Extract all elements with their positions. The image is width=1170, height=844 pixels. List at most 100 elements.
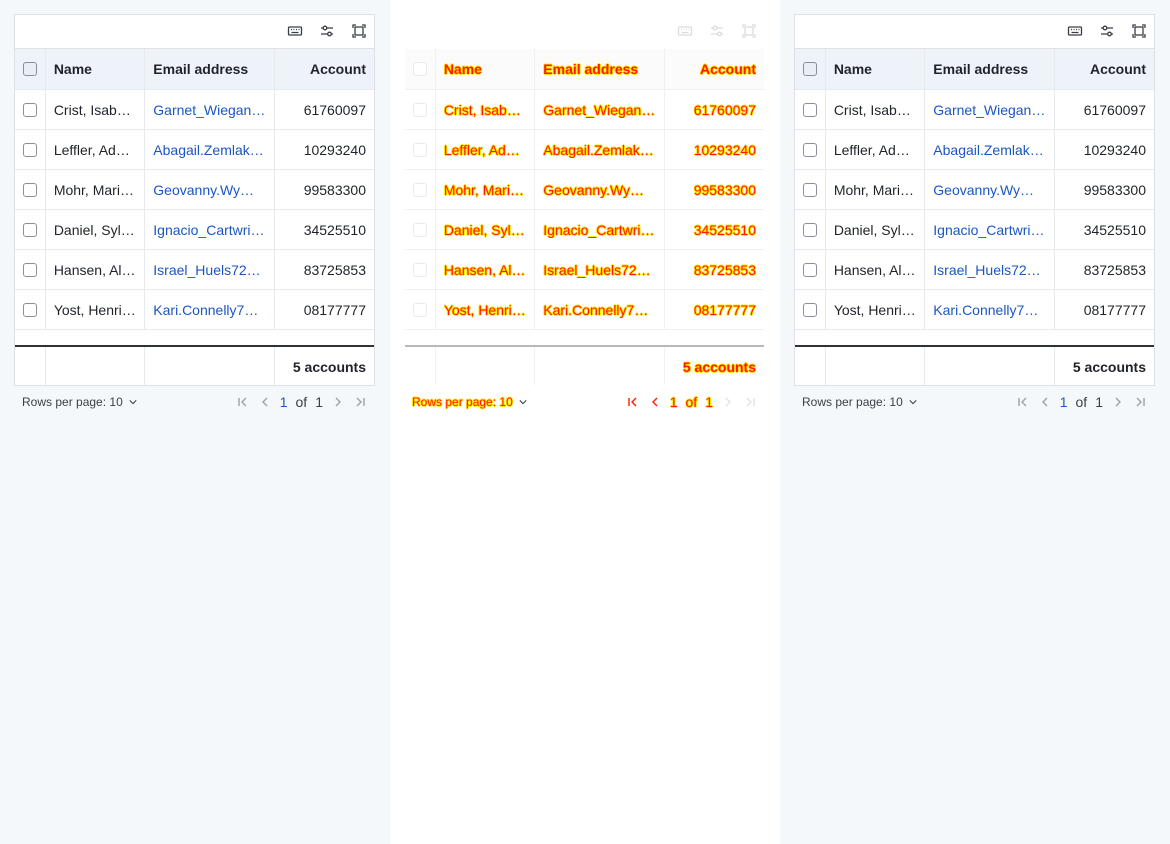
- table-row[interactable]: Mohr, Marianne Geovanny.Wyman@example.com…: [405, 170, 764, 210]
- fullscreen-button[interactable]: [737, 21, 761, 41]
- keyboard-shortcuts-button[interactable]: [673, 21, 697, 41]
- column-settings-button[interactable]: [705, 21, 729, 41]
- rows-per-page-select[interactable]: Rows per page: 10: [802, 395, 917, 409]
- column-header-name[interactable]: Name: [46, 49, 146, 89]
- table-row[interactable]: Crist, Isabella Garnet_Wiegand@example.co…: [405, 90, 764, 130]
- table-row[interactable]: Crist, Isabella Garnet_Wiegand@example.co…: [795, 90, 1154, 130]
- email-link[interactable]: Kari.Connelly7@example.com: [543, 302, 655, 318]
- email-link[interactable]: Abagail.Zemlak@example.com: [543, 142, 655, 158]
- column-header-account[interactable]: Account: [665, 49, 764, 89]
- grid-toolbar: [405, 15, 764, 49]
- row-checkbox[interactable]: [412, 182, 427, 197]
- previous-page-button[interactable]: [254, 393, 276, 411]
- email-link[interactable]: Abagail.Zemlak@example.com: [933, 142, 1045, 158]
- table-row[interactable]: Yost, Henriette Kari.Connelly7@example.co…: [795, 290, 1154, 330]
- column-header-email[interactable]: Email address: [535, 49, 665, 89]
- keyboard-shortcuts-button[interactable]: [1063, 21, 1087, 41]
- email-link[interactable]: Garnet_Wiegand@example.com: [933, 102, 1045, 118]
- last-page-button[interactable]: [1129, 393, 1151, 411]
- table-row[interactable]: Leffler, Adeline Abagail.Zemlak@example.c…: [405, 130, 764, 170]
- table-row[interactable]: Mohr, Marianne Geovanny.Wyman@example.com…: [15, 170, 374, 210]
- table-row[interactable]: Crist, Isabella Garnet_Wiegand@example.co…: [15, 90, 374, 130]
- row-checkbox[interactable]: [22, 302, 37, 317]
- keyboard-shortcuts-button[interactable]: [283, 21, 307, 41]
- email-link[interactable]: Garnet_Wiegand@example.com: [543, 102, 655, 118]
- email-link[interactable]: Ignacio_Cartwright@example.com: [933, 222, 1045, 238]
- table-row[interactable]: Leffler, Adeline Abagail.Zemlak@example.c…: [15, 130, 374, 170]
- row-checkbox[interactable]: [22, 102, 37, 117]
- row-checkbox[interactable]: [802, 102, 817, 117]
- table-row[interactable]: Daniel, Sylvester Ignacio_Cartwright@exam…: [15, 210, 374, 250]
- first-page-button[interactable]: [232, 393, 254, 411]
- email-link[interactable]: Kari.Connelly7@example.com: [933, 302, 1045, 318]
- email-link[interactable]: Ignacio_Cartwright@example.com: [543, 222, 655, 238]
- row-checkbox[interactable]: [22, 262, 37, 277]
- row-checkbox[interactable]: [22, 222, 37, 237]
- column-header-email[interactable]: Email address: [145, 49, 275, 89]
- page-of-label: of: [1075, 394, 1088, 410]
- cell-account: 83725853: [275, 250, 374, 289]
- row-checkbox[interactable]: [802, 222, 817, 237]
- row-checkbox[interactable]: [412, 302, 427, 317]
- email-link[interactable]: Kari.Connelly7@example.com: [153, 302, 265, 318]
- table-row[interactable]: Daniel, Sylvester Ignacio_Cartwright@exam…: [795, 210, 1154, 250]
- column-header-email[interactable]: Email address: [925, 49, 1055, 89]
- column-header-name[interactable]: Name: [826, 49, 926, 89]
- row-checkbox[interactable]: [802, 142, 817, 157]
- cell-email: Kari.Connelly7@example.com: [145, 290, 275, 329]
- column-header-account[interactable]: Account: [1055, 49, 1154, 89]
- email-link[interactable]: Ignacio_Cartwright@example.com: [153, 222, 265, 238]
- first-page-button[interactable]: [1012, 393, 1034, 411]
- fullscreen-button[interactable]: [347, 21, 371, 41]
- footer-cell: [405, 347, 436, 385]
- table-row[interactable]: Yost, Henriette Kari.Connelly7@example.co…: [405, 290, 764, 330]
- table-row[interactable]: Hansen, Alvera Israel_Huels72@example.com…: [795, 250, 1154, 290]
- row-checkbox[interactable]: [412, 142, 427, 157]
- email-link[interactable]: Geovanny.Wyman@example.com: [153, 182, 265, 198]
- table-row[interactable]: Leffler, Adeline Abagail.Zemlak@example.c…: [795, 130, 1154, 170]
- table-row[interactable]: Mohr, Marianne Geovanny.Wyman@example.com…: [795, 170, 1154, 210]
- current-page-number: 1: [669, 394, 678, 410]
- column-header-account[interactable]: Account: [275, 49, 374, 89]
- email-link[interactable]: Israel_Huels72@example.com: [933, 262, 1045, 278]
- grid-body[interactable]: Crist, Isabella Garnet_Wiegand@example.co…: [795, 90, 1154, 345]
- email-link[interactable]: Israel_Huels72@example.com: [543, 262, 655, 278]
- row-checkbox[interactable]: [22, 142, 37, 157]
- table-row[interactable]: Yost, Henriette Kari.Connelly7@example.co…: [15, 290, 374, 330]
- grid-body[interactable]: Crist, Isabella Garnet_Wiegand@example.co…: [405, 90, 764, 345]
- email-link[interactable]: Garnet_Wiegand@example.com: [153, 102, 265, 118]
- previous-page-button[interactable]: [1034, 393, 1056, 411]
- row-checkbox[interactable]: [412, 102, 427, 117]
- select-all-checkbox[interactable]: [412, 62, 427, 76]
- select-all-checkbox[interactable]: [22, 62, 37, 76]
- table-row[interactable]: Daniel, Sylvester Ignacio_Cartwright@exam…: [405, 210, 764, 250]
- email-link[interactable]: Abagail.Zemlak@example.com: [153, 142, 265, 158]
- row-checkbox[interactable]: [412, 262, 427, 277]
- select-all-checkbox[interactable]: [802, 62, 817, 76]
- account-text: 34525510: [693, 221, 756, 238]
- email-link[interactable]: Geovanny.Wyman@example.com: [543, 182, 655, 198]
- rows-per-page-select[interactable]: Rows per page: 10: [412, 395, 527, 409]
- first-page-button[interactable]: [622, 393, 644, 411]
- fullscreen-button[interactable]: [1127, 21, 1151, 41]
- column-settings-button[interactable]: [315, 21, 339, 41]
- table-row[interactable]: Hansen, Alvera Israel_Huels72@example.com…: [405, 250, 764, 290]
- next-page-button[interactable]: [327, 393, 349, 411]
- grid-body[interactable]: Crist, Isabella Garnet_Wiegand@example.co…: [15, 90, 374, 345]
- column-settings-button[interactable]: [1095, 21, 1119, 41]
- last-page-button[interactable]: [739, 393, 761, 411]
- previous-page-button[interactable]: [644, 393, 666, 411]
- row-checkbox[interactable]: [802, 262, 817, 277]
- next-page-button[interactable]: [717, 393, 739, 411]
- email-link[interactable]: Israel_Huels72@example.com: [153, 262, 265, 278]
- row-checkbox[interactable]: [802, 302, 817, 317]
- last-page-button[interactable]: [349, 393, 371, 411]
- row-checkbox[interactable]: [412, 222, 427, 237]
- next-page-button[interactable]: [1107, 393, 1129, 411]
- email-link[interactable]: Geovanny.Wyman@example.com: [933, 182, 1045, 198]
- table-row[interactable]: Hansen, Alvera Israel_Huels72@example.com…: [15, 250, 374, 290]
- rows-per-page-select[interactable]: Rows per page: 10: [22, 395, 137, 409]
- row-checkbox[interactable]: [802, 182, 817, 197]
- column-header-name[interactable]: Name: [436, 49, 536, 89]
- row-checkbox[interactable]: [22, 182, 37, 197]
